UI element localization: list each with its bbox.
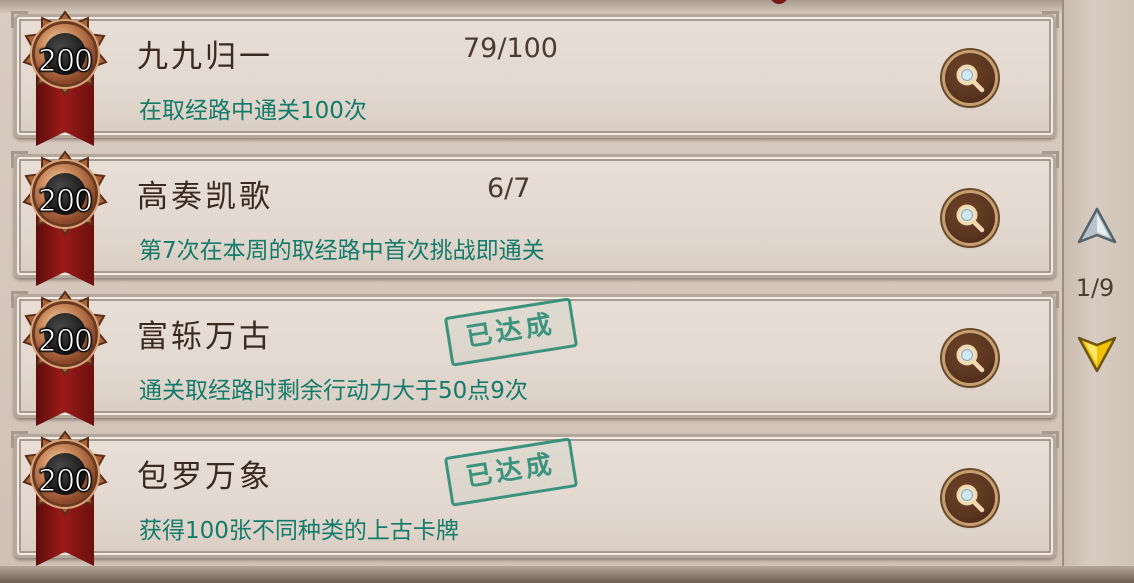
- search-button[interactable]: [945, 333, 995, 383]
- achievement-description: 获得100张不同种类的上古卡牌: [139, 518, 459, 544]
- achievement-row: 高奏凯歌 6/7 第7次在本周的取经路中首次挑战即通关: [11, 151, 1059, 278]
- panel-bottom-border: [0, 566, 1134, 583]
- achievement-description: 在取经路中通关100次: [139, 98, 367, 124]
- search-button[interactable]: [945, 193, 995, 243]
- points-value: 200: [37, 44, 93, 80]
- points-badge: 200: [14, 148, 114, 288]
- search-icon: [956, 64, 985, 93]
- points-value: 200: [37, 324, 93, 360]
- achievement-title: 包罗万象: [137, 459, 273, 495]
- points-badge: 200: [14, 288, 114, 428]
- achievement-description: 通关取经路时剩余行动力大于50点9次: [139, 378, 528, 404]
- page-up-button[interactable]: [1076, 206, 1118, 246]
- page-down-button[interactable]: [1076, 334, 1118, 374]
- achievement-row: 包罗万象 已达成 获得100张不同种类的上古卡牌: [11, 431, 1059, 558]
- arrow-down-icon: [1077, 336, 1117, 373]
- arrow-up-icon: [1077, 207, 1117, 244]
- search-button[interactable]: [945, 473, 995, 523]
- points-badge: 200: [14, 428, 114, 568]
- completed-stamp: 已达成: [443, 437, 579, 507]
- points-badge: 200: [14, 8, 114, 148]
- achievement-progress: 79/100: [463, 33, 558, 64]
- achievement-title: 富轹万古: [137, 319, 273, 355]
- achievement-progress: 6/7: [487, 173, 531, 204]
- page-indicator: 1/9: [1075, 274, 1115, 302]
- search-icon: [956, 344, 985, 373]
- completed-stamp: 已达成: [443, 297, 579, 367]
- achievement-description: 第7次在本周的取经路中首次挑战即通关: [139, 238, 545, 264]
- panel-top-border: [0, 0, 1134, 14]
- achievement-row: 九九归一 79/100 在取经路中通关100次: [11, 11, 1059, 138]
- search-icon: [956, 484, 985, 513]
- search-button[interactable]: [945, 53, 995, 103]
- achievement-title: 九九归一: [137, 39, 273, 75]
- achievement-row: 富轹万古 已达成 通关取经路时剩余行动力大于50点9次: [11, 291, 1059, 418]
- achievement-title: 高奏凯歌: [137, 179, 273, 215]
- points-value: 200: [37, 464, 93, 500]
- points-value: 200: [37, 184, 93, 220]
- search-icon: [956, 204, 985, 233]
